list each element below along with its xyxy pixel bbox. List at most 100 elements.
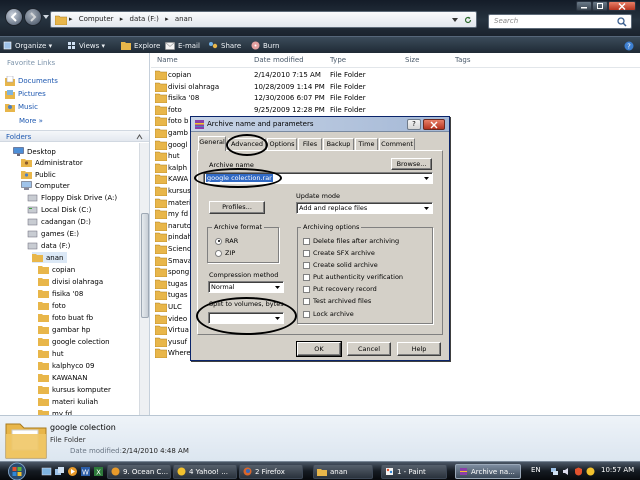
language-indicator[interactable]: EN [531, 466, 541, 474]
option-authenticity[interactable]: Put authenticity verification [303, 272, 403, 282]
column-header-size[interactable]: Size [405, 56, 419, 67]
fav-more[interactable]: More » [19, 115, 43, 126]
table-row[interactable]: fisika '08 12/30/2006 6:07 PM File Folder [151, 92, 640, 104]
tree-item-kalphyco[interactable]: kalphyco 09 [38, 360, 94, 371]
tree-item-google-colection[interactable]: google colection [38, 336, 110, 347]
fav-pictures[interactable]: Pictures [5, 88, 46, 99]
tree-item-kawanan[interactable]: KAWANAN [38, 372, 87, 383]
cancel-button[interactable]: Cancel [347, 342, 391, 356]
fav-documents[interactable]: Documents [5, 75, 58, 86]
table-row[interactable]: copian 2/14/2010 7:15 AM File Folder [151, 69, 640, 81]
minimize-button[interactable] [576, 1, 592, 11]
taskbar-item-paint[interactable]: 1 - Paint [381, 464, 447, 479]
tree-item-gambar-hp[interactable]: gambar hp [38, 324, 90, 335]
word-icon[interactable]: W [80, 466, 91, 477]
profiles-button[interactable]: Profiles... [209, 201, 265, 214]
tab-comment[interactable]: Comment [379, 138, 415, 150]
ok-button[interactable]: OK [296, 341, 342, 357]
tree-item-copian[interactable]: copian [38, 264, 75, 275]
tree-item-hut[interactable]: hut [38, 348, 64, 359]
tree-item-local-disk-c[interactable]: Local Disk (C:) [27, 204, 91, 215]
maximize-button[interactable] [592, 1, 608, 11]
browse-button[interactable]: Browse... [391, 158, 432, 170]
column-header-name[interactable]: Name [157, 56, 178, 67]
dialog-close-button[interactable] [423, 119, 445, 130]
tree-item-desktop[interactable]: Desktop [13, 146, 56, 157]
tab-files[interactable]: Files [298, 138, 322, 150]
tab-time[interactable]: Time [355, 138, 378, 150]
option-solid-archive[interactable]: Create solid archive [303, 260, 378, 270]
breadcrumb-anan[interactable]: anan [175, 15, 192, 23]
folders-toggle[interactable]: Folders [0, 130, 149, 142]
media-player-icon[interactable] [67, 466, 78, 477]
dialog-help-button[interactable]: ? [407, 119, 421, 130]
format-rar-radio[interactable]: RAR [215, 236, 238, 246]
help-button[interactable]: ? [624, 40, 637, 51]
tree-scrollbar[interactable] [139, 143, 149, 415]
search-placeholder[interactable]: Search [494, 17, 518, 25]
tree-item-kursus-komputer[interactable]: kursus komputer [38, 384, 111, 395]
dialog-title-bar[interactable]: Archive name and parameters ? [191, 117, 449, 132]
tree-item-anan[interactable]: anan [32, 252, 68, 263]
messenger-tray-icon[interactable] [586, 467, 595, 476]
compression-method-select[interactable]: Normal [208, 281, 284, 293]
clock[interactable]: 10:57 AM [601, 466, 634, 474]
views-menu[interactable]: Views ▾ [67, 40, 105, 51]
option-test-archived[interactable]: Test archived files [303, 296, 371, 306]
column-header-tags[interactable]: Tags [455, 56, 471, 67]
help-button-dialog[interactable]: Help [397, 342, 441, 356]
antivirus-icon[interactable] [574, 467, 583, 476]
tree-item-fisika[interactable]: fisika '08 [38, 288, 83, 299]
tree-item-administrator[interactable]: Administrator [21, 157, 83, 168]
taskbar-item-yahoo[interactable]: 4 Yahoo! ... [173, 464, 237, 479]
forward-button[interactable] [24, 8, 42, 26]
volume-icon[interactable] [562, 467, 571, 476]
tree-item-materi-kuliah[interactable]: materi kuliah [38, 396, 98, 407]
taskbar-item-ocean[interactable]: 9. Ocean C... [107, 464, 171, 479]
tree-item-computer[interactable]: Computer [21, 180, 70, 191]
taskbar-item-anan[interactable]: anan [313, 464, 373, 479]
tree-item-divisi-olahraga[interactable]: divisi olahraga [38, 276, 103, 287]
switch-windows-icon[interactable] [54, 466, 65, 477]
share-button[interactable]: Share [208, 40, 241, 51]
refresh-icon[interactable] [464, 16, 472, 24]
breadcrumb-computer[interactable]: Computer [79, 15, 114, 23]
search-icon[interactable] [617, 17, 627, 27]
option-lock-archive[interactable]: Lock archive [303, 309, 354, 319]
tree-item-public[interactable]: Public [21, 169, 56, 180]
tree-item-foto[interactable]: foto [38, 300, 66, 311]
breadcrumb-data[interactable]: data (F:) [130, 15, 159, 23]
tree-item-games-e[interactable]: games (E:) [27, 228, 79, 239]
burn-button[interactable]: Burn [251, 40, 279, 51]
tab-options[interactable]: Options [267, 138, 297, 150]
option-delete-after[interactable]: Delete files after archiving [303, 236, 399, 246]
fav-music[interactable]: Music [5, 101, 38, 112]
back-button[interactable] [5, 8, 23, 26]
update-mode-select[interactable]: Add and replace files [296, 202, 433, 214]
network-icon[interactable] [550, 467, 559, 476]
option-recovery-record[interactable]: Put recovery record [303, 284, 377, 294]
windows-start-icon[interactable] [4, 462, 30, 480]
excel-icon[interactable]: X [93, 466, 104, 477]
address-bar[interactable]: ▸ Computer ▸ data (F:) ▸ anan [50, 11, 477, 28]
scrollbar-thumb[interactable] [141, 213, 149, 318]
tree-item-data-f[interactable]: data (F:) [27, 240, 70, 251]
address-dropdown-icon[interactable] [451, 16, 459, 24]
tree-item-cadangan-d[interactable]: cadangan (D:) [27, 216, 91, 227]
column-header-type[interactable]: Type [330, 56, 346, 67]
tree-item-floppy[interactable]: Floppy Disk Drive (A:) [27, 192, 117, 203]
column-header-date[interactable]: Date modified [254, 56, 304, 67]
show-desktop-icon[interactable] [41, 466, 52, 477]
organize-menu[interactable]: Organize ▾ [3, 40, 52, 51]
tab-general[interactable]: General [198, 136, 226, 151]
explore-button[interactable]: Explore [121, 40, 160, 51]
table-row[interactable]: foto 9/25/2009 12:28 PM File Folder [151, 104, 640, 116]
tab-backup[interactable]: Backup [323, 138, 354, 150]
close-button[interactable] [608, 1, 636, 11]
format-zip-radio[interactable]: ZIP [215, 248, 235, 258]
tree-item-foto-buat-fb[interactable]: foto buat fb [38, 312, 93, 323]
taskbar-item-archive[interactable]: Archive na... [455, 464, 521, 479]
taskbar-item-firefox[interactable]: 2 Firefox [239, 464, 303, 479]
option-create-sfx[interactable]: Create SFX archive [303, 248, 375, 258]
search-box[interactable]: Search [488, 14, 632, 29]
